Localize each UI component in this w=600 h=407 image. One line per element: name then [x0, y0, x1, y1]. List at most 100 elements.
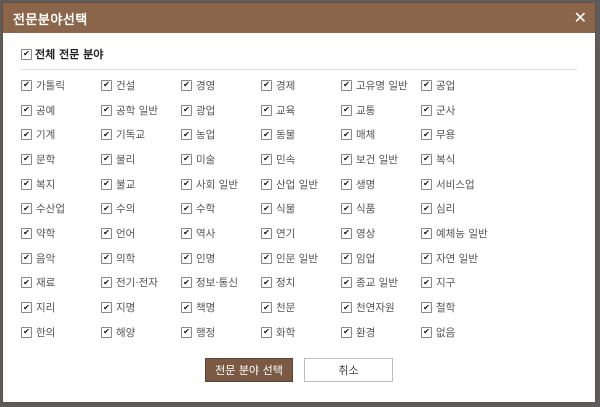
- field-checkbox[interactable]: ✔: [21, 326, 32, 338]
- field-checkbox[interactable]: ✔: [181, 129, 192, 141]
- field-checkbox[interactable]: ✔: [181, 153, 192, 165]
- field-option[interactable]: ✔ 서비스업: [421, 172, 501, 197]
- field-option[interactable]: ✔ 식물: [261, 196, 341, 221]
- field-checkbox[interactable]: ✔: [261, 203, 272, 215]
- field-checkbox[interactable]: ✔: [421, 326, 432, 338]
- field-option[interactable]: ✔ 경영: [181, 73, 261, 98]
- field-option[interactable]: ✔ 천연자원: [341, 295, 421, 320]
- field-option[interactable]: ✔ 동물: [261, 122, 341, 147]
- field-checkbox[interactable]: ✔: [21, 153, 32, 165]
- field-option[interactable]: ✔ 종교 일반: [341, 271, 421, 296]
- field-option[interactable]: ✔ 임업: [341, 246, 421, 271]
- field-checkbox[interactable]: ✔: [181, 326, 192, 338]
- field-checkbox[interactable]: ✔: [421, 79, 432, 91]
- field-checkbox[interactable]: ✔: [421, 104, 432, 116]
- field-checkbox[interactable]: ✔: [261, 227, 272, 239]
- field-option[interactable]: ✔ 광업: [181, 98, 261, 123]
- field-option[interactable]: ✔ 인문 일반: [261, 246, 341, 271]
- field-checkbox[interactable]: ✔: [341, 302, 352, 314]
- field-checkbox[interactable]: ✔: [101, 79, 112, 91]
- field-option[interactable]: ✔ 자연 일반: [421, 246, 501, 271]
- field-option[interactable]: ✔ 재료: [21, 271, 101, 296]
- field-option[interactable]: ✔ 공예: [21, 98, 101, 123]
- field-checkbox[interactable]: ✔: [101, 302, 112, 314]
- field-option[interactable]: ✔ 약학: [21, 221, 101, 246]
- field-checkbox[interactable]: ✔: [101, 203, 112, 215]
- field-checkbox[interactable]: ✔: [421, 153, 432, 165]
- field-option[interactable]: ✔ 식품: [341, 196, 421, 221]
- field-checkbox[interactable]: ✔: [341, 326, 352, 338]
- field-option[interactable]: ✔ 건설: [101, 73, 181, 98]
- field-checkbox[interactable]: ✔: [421, 302, 432, 314]
- field-checkbox[interactable]: ✔: [181, 252, 192, 264]
- field-checkbox[interactable]: ✔: [421, 227, 432, 239]
- field-option[interactable]: ✔ 한의: [21, 320, 101, 345]
- field-checkbox[interactable]: ✔: [101, 178, 112, 190]
- field-option[interactable]: ✔ 언어: [101, 221, 181, 246]
- field-option[interactable]: ✔ 화학: [261, 320, 341, 345]
- field-checkbox[interactable]: ✔: [341, 129, 352, 141]
- field-option[interactable]: ✔ 경제: [261, 73, 341, 98]
- field-checkbox[interactable]: ✔: [101, 277, 112, 289]
- field-checkbox[interactable]: ✔: [421, 277, 432, 289]
- field-checkbox[interactable]: ✔: [181, 104, 192, 116]
- field-checkbox[interactable]: ✔: [21, 252, 32, 264]
- field-checkbox[interactable]: ✔: [21, 227, 32, 239]
- field-checkbox[interactable]: ✔: [261, 129, 272, 141]
- field-option[interactable]: ✔ 교육: [261, 98, 341, 123]
- field-option[interactable]: ✔ 인명: [181, 246, 261, 271]
- field-option[interactable]: ✔ 행정: [181, 320, 261, 345]
- field-checkbox[interactable]: ✔: [341, 277, 352, 289]
- field-option[interactable]: ✔ 전기·전자: [101, 271, 181, 296]
- field-option[interactable]: ✔ 천문: [261, 295, 341, 320]
- field-checkbox[interactable]: ✔: [101, 227, 112, 239]
- field-checkbox[interactable]: ✔: [421, 252, 432, 264]
- field-checkbox[interactable]: ✔: [21, 277, 32, 289]
- field-option[interactable]: ✔ 민속: [261, 147, 341, 172]
- field-option[interactable]: ✔ 환경: [341, 320, 421, 345]
- field-checkbox[interactable]: ✔: [341, 104, 352, 116]
- field-option[interactable]: ✔ 해양: [101, 320, 181, 345]
- field-option[interactable]: ✔ 기계: [21, 122, 101, 147]
- field-checkbox[interactable]: ✔: [101, 326, 112, 338]
- field-option[interactable]: ✔ 없음: [421, 320, 501, 345]
- field-option[interactable]: ✔ 공학 일반: [101, 98, 181, 123]
- select-all-row[interactable]: ✔ 전체 전문 분야: [21, 43, 577, 70]
- field-option[interactable]: ✔ 음악: [21, 246, 101, 271]
- field-checkbox[interactable]: ✔: [261, 277, 272, 289]
- field-option[interactable]: ✔ 문학: [21, 147, 101, 172]
- field-checkbox[interactable]: ✔: [21, 302, 32, 314]
- close-icon[interactable]: ✕: [574, 10, 587, 26]
- field-option[interactable]: ✔ 정보·통신: [181, 271, 261, 296]
- field-option[interactable]: ✔ 복식: [421, 147, 501, 172]
- field-option[interactable]: ✔ 고유명 일반: [341, 73, 421, 98]
- field-checkbox[interactable]: ✔: [421, 178, 432, 190]
- field-option[interactable]: ✔ 공업: [421, 73, 501, 98]
- field-checkbox[interactable]: ✔: [181, 227, 192, 239]
- field-option[interactable]: ✔ 수산업: [21, 196, 101, 221]
- field-checkbox[interactable]: ✔: [101, 153, 112, 165]
- field-option[interactable]: ✔ 생명: [341, 172, 421, 197]
- field-option[interactable]: ✔ 무용: [421, 122, 501, 147]
- field-checkbox[interactable]: ✔: [181, 203, 192, 215]
- field-option[interactable]: ✔ 군사: [421, 98, 501, 123]
- field-checkbox[interactable]: ✔: [341, 227, 352, 239]
- field-option[interactable]: ✔ 기독교: [101, 122, 181, 147]
- field-checkbox[interactable]: ✔: [181, 178, 192, 190]
- field-option[interactable]: ✔ 영상: [341, 221, 421, 246]
- field-checkbox[interactable]: ✔: [421, 129, 432, 141]
- field-checkbox[interactable]: ✔: [341, 252, 352, 264]
- field-option[interactable]: ✔ 지구: [421, 271, 501, 296]
- select-all-checkbox[interactable]: ✔: [21, 48, 32, 60]
- field-checkbox[interactable]: ✔: [261, 178, 272, 190]
- field-checkbox[interactable]: ✔: [261, 326, 272, 338]
- field-option[interactable]: ✔ 불교: [101, 172, 181, 197]
- field-checkbox[interactable]: ✔: [21, 79, 32, 91]
- field-option[interactable]: ✔ 지명: [101, 295, 181, 320]
- field-checkbox[interactable]: ✔: [181, 277, 192, 289]
- field-option[interactable]: ✔ 농업: [181, 122, 261, 147]
- field-option[interactable]: ✔ 사회 일반: [181, 172, 261, 197]
- field-option[interactable]: ✔ 매체: [341, 122, 421, 147]
- field-option[interactable]: ✔ 보건 일반: [341, 147, 421, 172]
- field-option[interactable]: ✔ 심리: [421, 196, 501, 221]
